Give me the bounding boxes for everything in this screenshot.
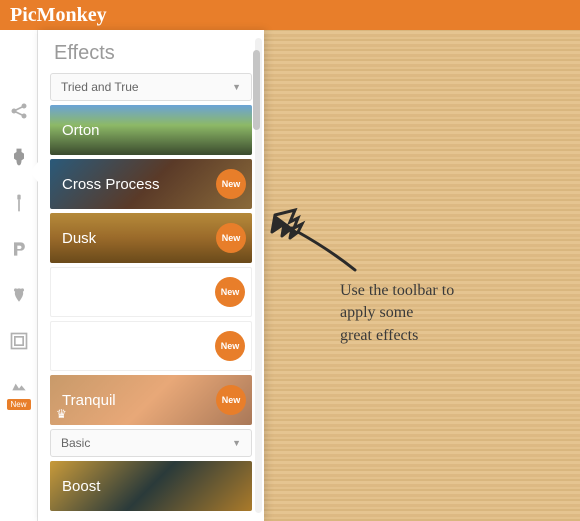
new-badge: New bbox=[216, 223, 246, 253]
group-dropdown-basic[interactable]: Basic ▼ bbox=[50, 429, 252, 457]
effects-icon[interactable] bbox=[8, 146, 30, 168]
effect-item[interactable]: New bbox=[50, 267, 252, 317]
app-header: PicMonkey bbox=[0, 0, 580, 30]
new-badge: New bbox=[216, 385, 246, 415]
effect-item[interactable]: New bbox=[50, 321, 252, 371]
textures-icon[interactable]: New bbox=[8, 376, 30, 398]
new-badge: New bbox=[215, 277, 245, 307]
touchup-icon[interactable] bbox=[8, 192, 30, 214]
panel-title: Effects bbox=[38, 30, 264, 73]
text-icon[interactable] bbox=[8, 238, 30, 260]
annotation-arrow bbox=[260, 200, 370, 280]
annotation-line: great effects bbox=[340, 325, 454, 347]
effect-item[interactable]: Boost bbox=[50, 461, 252, 511]
share-icon[interactable] bbox=[8, 100, 30, 122]
dropdown-label: Tried and True bbox=[61, 80, 139, 94]
effect-label: Boost bbox=[62, 478, 100, 495]
annotation-line: apply some bbox=[340, 302, 454, 324]
group-dropdown-tried-true[interactable]: Tried and True ▼ bbox=[50, 73, 252, 101]
effect-item[interactable]: Dusk New bbox=[50, 213, 252, 263]
effect-label: Tranquil bbox=[62, 392, 116, 409]
new-badge: New bbox=[215, 331, 245, 361]
new-badge: New bbox=[6, 399, 30, 410]
app-logo: PicMonkey bbox=[10, 4, 107, 27]
effect-item[interactable]: Cross Process New bbox=[50, 159, 252, 209]
overlays-icon[interactable] bbox=[8, 284, 30, 306]
effect-item[interactable]: Orton bbox=[50, 105, 252, 155]
effect-label: Dusk bbox=[62, 230, 96, 247]
scrollbar-thumb[interactable] bbox=[253, 50, 260, 130]
chevron-down-icon: ▼ bbox=[232, 438, 241, 448]
annotation-text: Use the toolbar to apply some great effe… bbox=[340, 280, 454, 347]
effect-label: Cross Process bbox=[62, 176, 160, 193]
chevron-down-icon: ▼ bbox=[232, 82, 241, 92]
crown-icon: ♛ bbox=[56, 407, 67, 421]
tool-sidebar: New bbox=[0, 30, 38, 521]
effect-item[interactable]: Tranquil New ♛ bbox=[50, 375, 252, 425]
effect-label: Orton bbox=[62, 122, 100, 139]
new-badge: New bbox=[216, 169, 246, 199]
dropdown-label: Basic bbox=[61, 436, 90, 450]
panel-content: Tried and True ▼ OrtonCross ProcessNewDu… bbox=[38, 73, 264, 511]
effects-panel: Effects Tried and True ▼ Orton Cross Proc… bbox=[38, 30, 264, 521]
frames-icon[interactable] bbox=[8, 330, 30, 352]
annotation-line: Use the toolbar to bbox=[340, 280, 454, 302]
